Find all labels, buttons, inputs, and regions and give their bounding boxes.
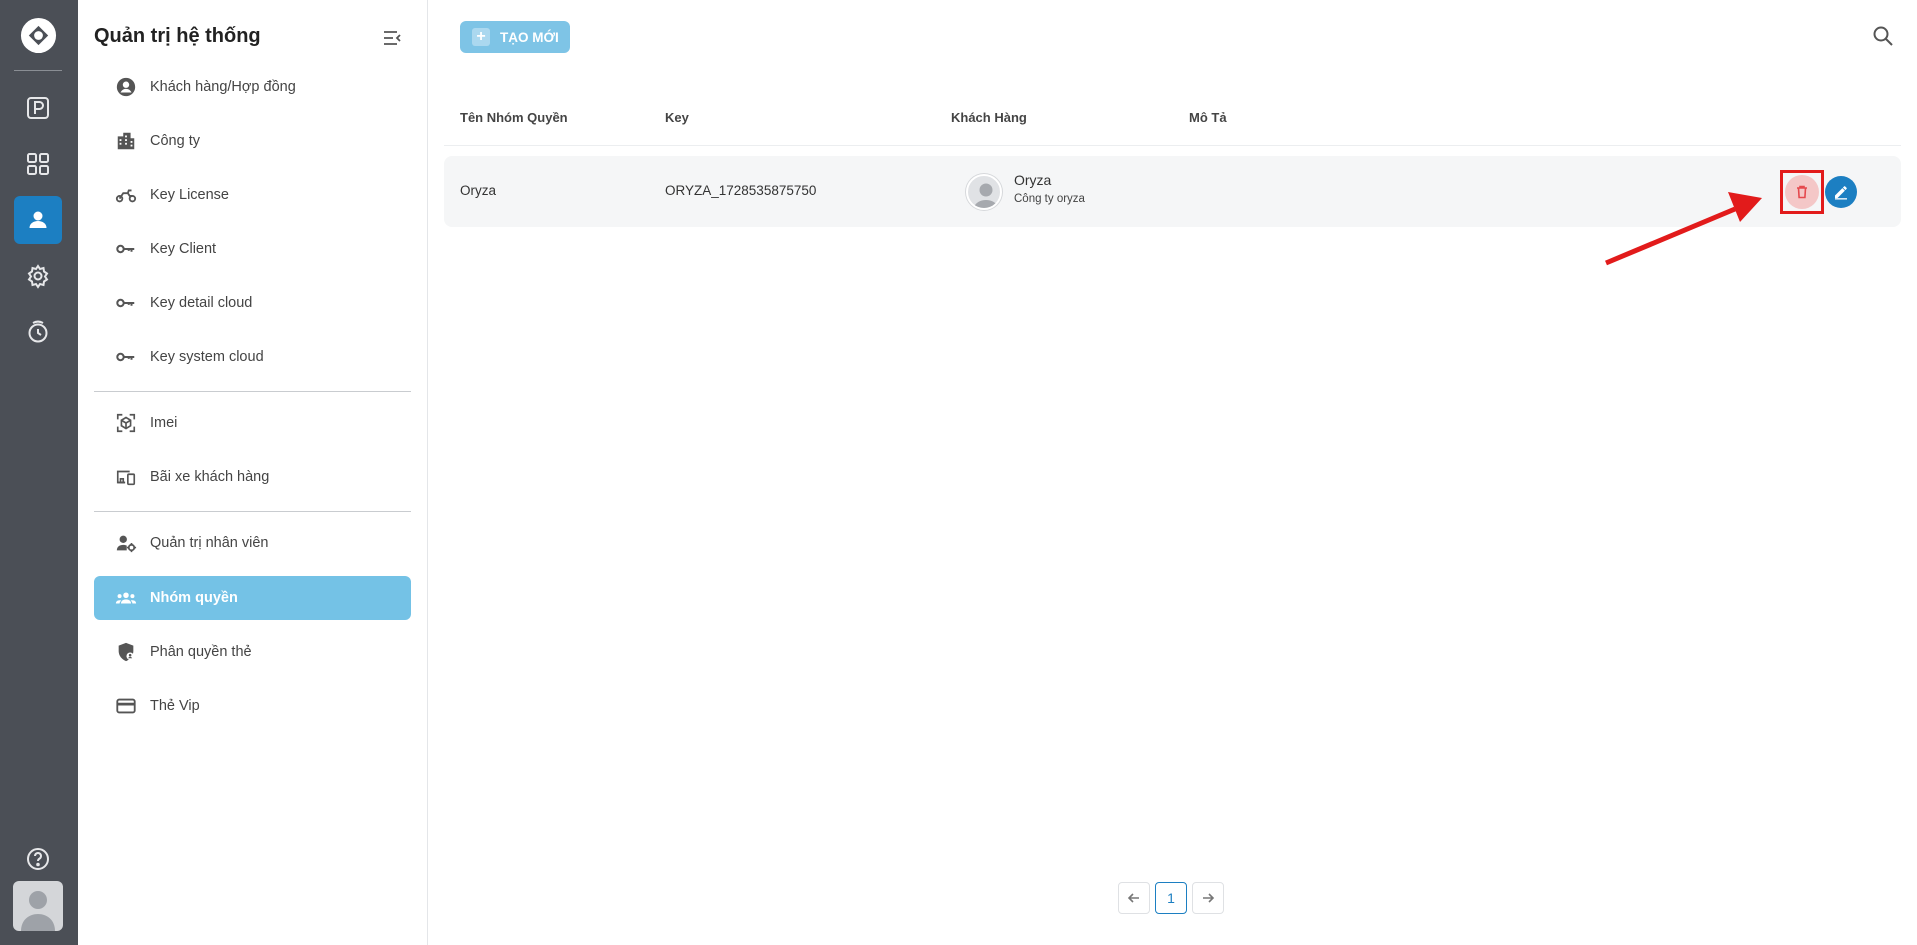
card-icon bbox=[116, 698, 136, 714]
sidebar-item-key-system-cloud[interactable]: Key system cloud bbox=[94, 335, 411, 379]
sidebar-item-label: Nhóm quyền bbox=[150, 590, 238, 606]
sidebar-item-key-license[interactable]: Key License bbox=[94, 173, 411, 217]
rail-settings-button[interactable] bbox=[14, 252, 62, 300]
customer-name: Oryza bbox=[1014, 172, 1052, 188]
create-button-label: TẠO MỚI bbox=[500, 29, 559, 45]
create-button[interactable]: + TẠO MỚI bbox=[460, 21, 570, 53]
user-icon bbox=[29, 211, 47, 228]
sidebar-item-vip-card[interactable]: Thẻ Vip bbox=[94, 684, 411, 728]
column-header-group-name[interactable]: Tên Nhóm Quyền bbox=[460, 110, 568, 125]
scan-cube-icon bbox=[116, 413, 136, 433]
sidebar-item-label: Key Client bbox=[150, 241, 217, 257]
grid-icon bbox=[27, 153, 49, 175]
shield-user-icon bbox=[118, 642, 134, 662]
plus-icon: + bbox=[472, 28, 490, 46]
rail-history-button[interactable] bbox=[14, 308, 62, 356]
sidebar-item-key-client[interactable]: Key Client bbox=[94, 227, 411, 271]
sidebar-item-label: Key system cloud bbox=[150, 349, 264, 365]
user-gear-icon bbox=[116, 535, 137, 553]
key-icon bbox=[116, 244, 135, 254]
rail-divider bbox=[14, 70, 62, 71]
column-header-customer[interactable]: Khách Hàng bbox=[951, 110, 1027, 125]
sidebar-item-staff-admin[interactable]: Quản trị nhân viên bbox=[94, 521, 411, 565]
search-icon[interactable] bbox=[1872, 25, 1894, 47]
parking-icon bbox=[27, 97, 49, 119]
rail-parking-button[interactable] bbox=[14, 84, 62, 132]
pencil-icon bbox=[1835, 186, 1847, 200]
sidebar-item-label: Khách hàng/Hợp đồng bbox=[150, 79, 296, 95]
user-avatar[interactable] bbox=[13, 881, 63, 931]
table-header-divider bbox=[444, 145, 1901, 146]
group-icon bbox=[115, 592, 137, 604]
sidebar-item-label: Bãi xe khách hàng bbox=[150, 469, 270, 485]
collapse-menu-icon[interactable] bbox=[380, 26, 404, 50]
customer-company: Công ty oryza bbox=[1014, 193, 1085, 205]
sidebar-divider bbox=[94, 511, 411, 512]
rail-admin-button[interactable] bbox=[14, 196, 62, 244]
sidebar-item-permission-group[interactable]: Nhóm quyền bbox=[94, 576, 411, 620]
sidebar-item-customer-contract[interactable]: Khách hàng/Hợp đồng bbox=[94, 65, 411, 109]
sidebar-divider bbox=[94, 391, 411, 392]
table-row[interactable]: Oryza ORYZA_1728535875750 Oryza Công ty … bbox=[444, 156, 1901, 227]
arrow-left-icon bbox=[1127, 893, 1139, 903]
sidebar-item-key-detail-cloud[interactable]: Key detail cloud bbox=[94, 281, 411, 325]
group-name-cell: Oryza bbox=[460, 183, 497, 198]
arrow-right-icon bbox=[1203, 893, 1215, 903]
help-icon[interactable] bbox=[25, 846, 51, 872]
column-header-description[interactable]: Mô Tả bbox=[1189, 110, 1227, 125]
rail-dashboard-button[interactable] bbox=[14, 140, 62, 188]
sidebar-item-label: Công ty bbox=[150, 133, 200, 149]
sidebar-item-customer-parking[interactable]: Bãi xe khách hàng bbox=[94, 455, 411, 499]
avatar-placeholder-icon bbox=[973, 183, 999, 208]
left-rail bbox=[0, 0, 78, 945]
next-page-button[interactable] bbox=[1192, 882, 1224, 914]
key-icon bbox=[116, 298, 135, 308]
sidebar-item-card-permission[interactable]: Phân quyền thẻ bbox=[94, 630, 411, 674]
sidebar-item-label: Phân quyền thẻ bbox=[150, 644, 252, 660]
key-cell: ORYZA_1728535875750 bbox=[665, 183, 817, 198]
prev-page-button[interactable] bbox=[1118, 882, 1150, 914]
sidebar-item-label: Thẻ Vip bbox=[150, 698, 200, 714]
motorbike-icon bbox=[115, 189, 137, 203]
pagination: 1 bbox=[1118, 882, 1229, 914]
building-icon bbox=[117, 132, 135, 150]
app-root: Quản trị hệ thống Khách hàng/Hợp đồng Cô… bbox=[0, 0, 1917, 945]
gear-icon bbox=[27, 264, 49, 289]
sidebar-item-imei[interactable]: Imei bbox=[94, 401, 411, 445]
account-circle-icon bbox=[116, 77, 136, 97]
devices-icon bbox=[116, 470, 136, 486]
sidebar-item-company[interactable]: Công ty bbox=[94, 119, 411, 163]
timer-icon bbox=[28, 320, 48, 343]
sidebar-title: Quản trị hệ thống bbox=[94, 25, 261, 47]
key-icon bbox=[116, 352, 135, 362]
sidebar-item-label: Imei bbox=[150, 415, 178, 431]
main-content: + TẠO MỚI Tên Nhóm Quyền Key Khách Hàng … bbox=[428, 0, 1917, 945]
customer-avatar bbox=[966, 174, 1002, 210]
column-header-key[interactable]: Key bbox=[665, 110, 689, 125]
app-logo-icon[interactable] bbox=[19, 16, 58, 55]
avatar-placeholder-icon bbox=[21, 891, 55, 931]
delete-button-highlight-box bbox=[1780, 170, 1824, 214]
sidebar-item-label: Key detail cloud bbox=[150, 295, 253, 311]
sidebar-item-label: Quản trị nhân viên bbox=[150, 535, 269, 551]
sidebar: Quản trị hệ thống Khách hàng/Hợp đồng Cô… bbox=[78, 0, 428, 945]
page-1-button[interactable]: 1 bbox=[1155, 882, 1187, 914]
edit-button[interactable] bbox=[1825, 176, 1857, 208]
sidebar-item-label: Key License bbox=[150, 187, 229, 203]
